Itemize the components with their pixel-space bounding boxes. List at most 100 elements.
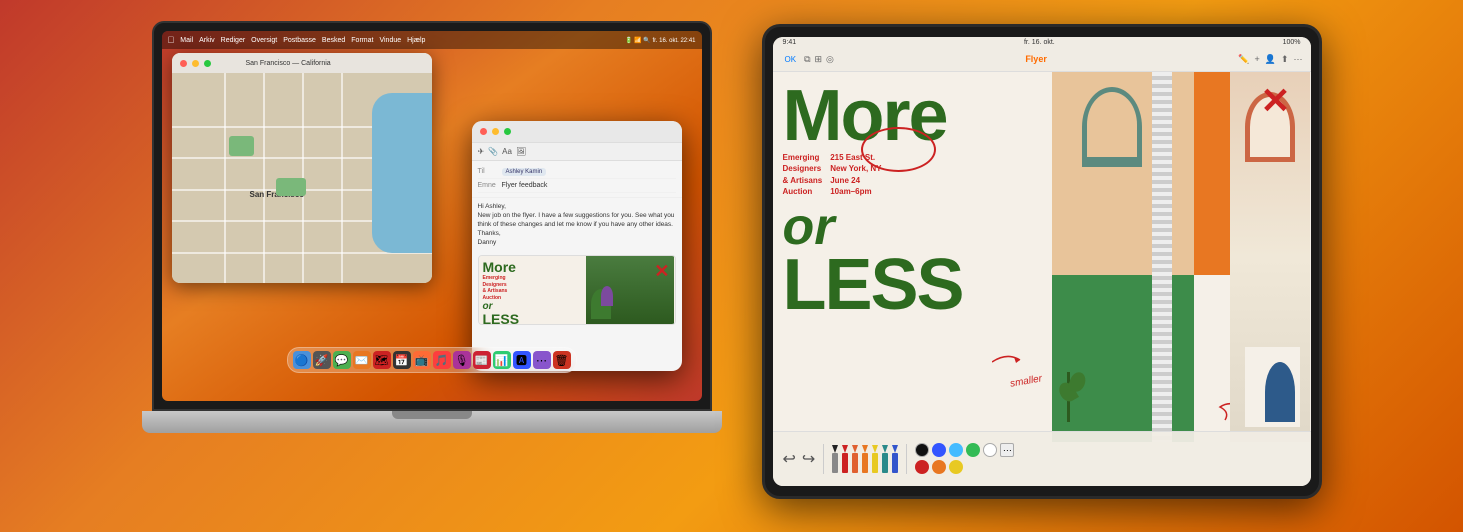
dock-numbers-icon[interactable]: 📊 xyxy=(493,351,511,369)
dock-launchpad-icon[interactable]: 🚀 xyxy=(313,351,331,369)
menu-bar-status: 🔋 📶 🔍 fr. 16. okt. 22:41 xyxy=(625,37,695,44)
dock-maps-icon[interactable]: 🗺 xyxy=(373,351,391,369)
mail-titlebar xyxy=(472,121,682,143)
ipad-more-icon[interactable]: ⋯ xyxy=(1294,54,1303,65)
dock-tv-icon[interactable]: 📺 xyxy=(413,351,431,369)
menu-item-oversigt[interactable]: Oversigt xyxy=(251,37,277,44)
mail-minimize-dot[interactable] xyxy=(492,128,499,135)
color-swatch-red[interactable] xyxy=(915,460,929,474)
ipad-time: 9:41 xyxy=(783,39,797,46)
menu-item-mail[interactable]: Mail xyxy=(180,37,193,44)
dock-news-icon[interactable]: 📰 xyxy=(473,351,491,369)
menu-item-vindue[interactable]: Vindue xyxy=(379,37,401,44)
flyer-more-text: More xyxy=(783,84,1043,149)
map-body: San Francisco xyxy=(172,73,432,283)
menu-item-format[interactable]: Format xyxy=(351,37,373,44)
flyer-mini-more: More xyxy=(483,260,583,274)
photo-icon[interactable]: 🖼 xyxy=(516,147,526,156)
ipad-copy-icon[interactable]: ⧉ xyxy=(804,54,810,65)
macbook-base xyxy=(142,411,722,433)
dock-more-icon[interactable]: ⋯ xyxy=(533,351,551,369)
mail-close-dot[interactable] xyxy=(480,128,487,135)
flyer-details: EmergingDesigners& ArtisansAuction 215 E… xyxy=(783,152,1043,197)
menu-item-rediger[interactable]: Rediger xyxy=(221,37,246,44)
color-swatch-white[interactable] xyxy=(983,443,997,457)
dock-music-icon[interactable]: 🎵 xyxy=(433,351,451,369)
mail-fullscreen-dot[interactable] xyxy=(504,128,511,135)
color-swatch-green[interactable] xyxy=(966,443,980,457)
attachment-icon[interactable]: 📎 xyxy=(488,147,498,156)
pen-tool-3[interactable] xyxy=(852,445,858,473)
more-colors-button[interactable]: ⋯ xyxy=(1000,443,1014,457)
ipad-grid-icon[interactable]: ⊞ xyxy=(815,54,823,65)
color-swatch-lightblue[interactable] xyxy=(949,443,963,457)
pen-tool-7[interactable] xyxy=(892,445,898,473)
ipad-screen: 9:41 fr. 16. okt. 100% OK ⧉ ⊞ ◎ Flyer xyxy=(773,37,1311,486)
menu-item-postbasse[interactable]: Postbasse xyxy=(283,37,316,44)
color-row-1: ⋯ xyxy=(915,443,1014,457)
mail-subject-row: Emne Flyer feedback xyxy=(478,179,676,193)
macbook-notch xyxy=(392,411,472,419)
map-window[interactable]: San Francisco — California xyxy=(172,53,432,283)
apple-icon:  xyxy=(168,35,175,45)
undo-button[interactable]: ↩ xyxy=(783,449,796,469)
ipad-pencil-icon[interactable]: ✏️ xyxy=(1238,54,1249,65)
fullscreen-button-dot[interactable] xyxy=(204,60,211,67)
pen-tool-5[interactable] xyxy=(872,445,878,473)
flyer-col1-text: EmergingDesigners& ArtisansAuction xyxy=(783,152,823,197)
mail-toolbar: ✈ 📎 Aa 🖼 xyxy=(472,143,682,161)
ipad-share-icon[interactable]: ⬆ xyxy=(1281,54,1289,65)
ipad-toolbar-left: OK ⧉ ⊞ ◎ xyxy=(781,54,834,65)
dock-finder-icon[interactable]: 🔵 xyxy=(293,351,311,369)
pen-tool-2[interactable] xyxy=(842,445,848,473)
ipad-ok-button[interactable]: OK xyxy=(781,54,801,65)
menu-item-hjaelp[interactable]: Hjælp xyxy=(407,37,425,44)
redo-button[interactable]: ↪ xyxy=(802,449,815,469)
color-swatch-yellow[interactable] xyxy=(949,460,963,474)
dock-podcasts-icon[interactable]: 🎙 xyxy=(453,351,471,369)
menu-item-arkiv[interactable]: Arkiv xyxy=(199,37,215,44)
dock-appstore-icon[interactable]: 🅰 xyxy=(513,351,531,369)
close-button-dot[interactable] xyxy=(180,60,187,67)
ipad-person-icon[interactable]: 👤 xyxy=(1265,54,1276,65)
flyer-thumbnail: More EmergingDesigners& ArtisansAuction … xyxy=(479,256,675,324)
ipad-add-icon[interactable]: + xyxy=(1254,54,1259,64)
menu-bar-left:  Mail Arkiv Rediger Oversigt Postbasse … xyxy=(168,35,426,45)
macbook-body:  Mail Arkiv Rediger Oversigt Postbasse … xyxy=(142,21,722,491)
macbook-screen-outer:  Mail Arkiv Rediger Oversigt Postbasse … xyxy=(152,21,712,411)
dock-mail-icon[interactable]: ✉️ xyxy=(353,351,371,369)
dock-calendar-icon[interactable]: 📅 xyxy=(393,351,411,369)
pen-tool-1[interactable] xyxy=(832,445,838,473)
ipad: 9:41 fr. 16. okt. 100% OK ⧉ ⊞ ◎ Flyer xyxy=(762,24,1322,499)
dock-trash-icon[interactable]: 🗑 xyxy=(553,351,571,369)
format-icon[interactable]: Aa xyxy=(502,147,512,156)
color-swatch-orange[interactable] xyxy=(932,460,946,474)
ipad-circle-icon[interactable]: ◎ xyxy=(826,54,834,65)
dock-messages-icon[interactable]: 💬 xyxy=(333,351,351,369)
mail-attachment: More EmergingDesigners& ArtisansAuction … xyxy=(478,255,676,325)
color-row-2 xyxy=(915,460,1014,474)
mail-to-chip[interactable]: Ashley Kamin xyxy=(502,168,547,176)
mail-body-text[interactable]: Hi Ashley, New job on the flyer. I have … xyxy=(472,198,682,251)
map-window-title: San Francisco — California xyxy=(246,60,331,67)
mail-to-label: Til xyxy=(478,168,498,175)
minimize-button-dot[interactable] xyxy=(192,60,199,67)
mail-fields: Til Ashley Kamin Emne Flyer feedback xyxy=(472,161,682,198)
send-icon[interactable]: ✈ xyxy=(478,147,485,156)
ipad-toolbar-right: ✏️ + 👤 ⬆ ⋯ xyxy=(1238,54,1302,65)
flyer-left-panel: More EmergingDesigners& ArtisansAuction … xyxy=(773,72,1053,442)
color-swatch-black[interactable] xyxy=(915,443,929,457)
ipad-date: fr. 16. okt. xyxy=(1024,39,1055,46)
dock: 🔵 🚀 💬 ✉️ 🗺 📅 📺 🎵 🎙 📰 📊 🅰 ⋯ 🗑 xyxy=(287,347,577,373)
color-swatch-blue[interactable] xyxy=(932,443,946,457)
pen-tool-4[interactable] xyxy=(862,445,868,473)
ipad-drawing-toolbar: ↩ ↪ xyxy=(773,431,1311,486)
pen-tool-6[interactable] xyxy=(882,445,888,473)
mail-compose-window[interactable]: ✈ 📎 Aa 🖼 Til Ashley Kamin Emne xyxy=(472,121,682,371)
flyer-mini-details: EmergingDesigners& ArtisansAuction xyxy=(483,275,583,301)
menu-item-besked[interactable]: Besked xyxy=(322,37,345,44)
map-titlebar: San Francisco — California xyxy=(172,53,432,73)
flyer-right-panel: ✕ sun insteadof moon daffodils xyxy=(1052,72,1310,442)
pencil-tools-group xyxy=(832,445,898,473)
ipad-wrapper: 9:41 fr. 16. okt. 100% OK ⧉ ⊞ ◎ Flyer xyxy=(762,34,1322,499)
